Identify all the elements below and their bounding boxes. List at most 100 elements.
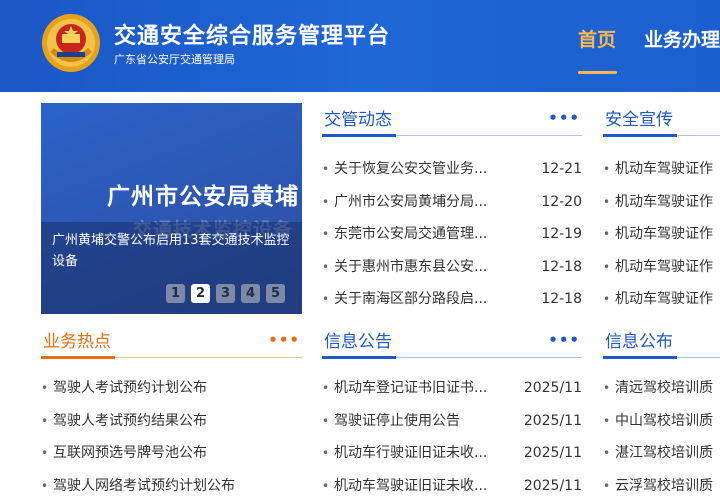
- panel-header: 安全宣传: [603, 103, 720, 136]
- bullet-icon: •: [322, 218, 329, 251]
- list-item-title[interactable]: 机动车驾驶证作: [615, 218, 713, 251]
- list-item-title[interactable]: 驾驶人考试预约计划公布: [53, 372, 207, 405]
- list-item-title[interactable]: 关于南海区部分路段启...: [334, 283, 487, 316]
- list-item[interactable]: •机动车行驶证旧证未收...2025/11: [322, 437, 582, 470]
- panel-title-underline: [322, 356, 396, 359]
- list-item[interactable]: •驾驶人考试预约计划公布: [41, 372, 302, 405]
- bullet-icon: •: [603, 218, 610, 251]
- notices-list: •机动车登记证书旧证书...2025/11 •驾驶证停止使用公告2025/11 …: [322, 372, 582, 502]
- list-item[interactable]: •中山驾校培训质: [603, 405, 720, 438]
- list-item-title[interactable]: 关于惠州市惠东县公安...: [334, 251, 487, 284]
- list-item-title[interactable]: 驾驶证停止使用公告: [334, 405, 460, 438]
- list-item[interactable]: •机动车驾驶证作: [603, 186, 720, 219]
- news-carousel[interactable]: 广州市公安局黄埔 交通技术监控设备 广州黄埔交警公布启用13套交通技术监控设备 …: [41, 103, 302, 314]
- bullet-icon: •: [322, 251, 329, 284]
- list-item-title[interactable]: 驾驶人考试预约结果公布: [53, 405, 207, 438]
- list-item[interactable]: •机动车驾驶证作: [603, 218, 720, 251]
- safety-list: •机动车驾驶证作 •机动车驾驶证作 •机动车驾驶证作 •机动车驾驶证作 •机动车…: [603, 153, 720, 316]
- list-item[interactable]: •关于惠州市惠东县公安...12-18: [322, 251, 582, 284]
- panel-header: 信息公布: [603, 325, 720, 358]
- list-item-title[interactable]: 清远驾校培训质: [615, 372, 713, 405]
- list-item-title[interactable]: 机动车驾驶证作: [615, 186, 713, 219]
- bullet-icon: •: [603, 470, 610, 502]
- list-item-title[interactable]: 湛江驾校培训质: [615, 437, 713, 470]
- list-item-title[interactable]: 广州市公安局黄埔分局...: [334, 186, 487, 219]
- list-item[interactable]: •机动车驾驶证作: [603, 251, 720, 284]
- list-item[interactable]: •驾驶证停止使用公告 2025/11: [322, 405, 582, 438]
- list-item-date: 12-19: [541, 218, 582, 251]
- carousel-page-3[interactable]: 3: [216, 284, 235, 303]
- police-emblem-icon: [40, 12, 102, 74]
- panel-safety: 安全宣传 •机动车驾驶证作 •机动车驾驶证作 •机动车驾驶证作 •机动车驾驶证作…: [603, 103, 720, 316]
- carousel-page-4[interactable]: 4: [241, 284, 260, 303]
- bullet-icon: •: [41, 470, 48, 502]
- panel-title-underline: [322, 134, 396, 137]
- list-item[interactable]: •机动车驾驶证旧证未收... 2025/11: [322, 470, 582, 502]
- panel-hot-business: 业务热点 ••• •驾驶人考试预约计划公布 •驾驶人考试预约结果公布 •互联网预…: [41, 325, 302, 502]
- carousel-page-2[interactable]: 2: [191, 284, 210, 303]
- list-item[interactable]: •关于恢复公安交管业务... 12-21: [322, 153, 582, 186]
- list-item-title[interactable]: 机动车登记证书旧证书...: [334, 372, 487, 405]
- list-item-title[interactable]: 云浮驾校培训质: [615, 470, 713, 502]
- bullet-icon: •: [41, 405, 48, 438]
- list-item[interactable]: •机动车驾驶证作: [603, 153, 720, 186]
- bullet-icon: •: [603, 437, 610, 470]
- list-item[interactable]: •驾驶人网络考试预约计划公布: [41, 470, 302, 502]
- bullet-icon: •: [41, 437, 48, 470]
- bullet-icon: •: [322, 372, 329, 405]
- list-item[interactable]: •广州市公安局黄埔分局...12-20: [322, 186, 582, 219]
- panel-header: 业务热点 •••: [41, 325, 302, 358]
- bullet-icon: •: [603, 405, 610, 438]
- bullet-icon: •: [603, 283, 610, 316]
- carousel-page-5[interactable]: 5: [266, 284, 285, 303]
- bullet-icon: •: [322, 470, 329, 502]
- panel-title-underline: [603, 134, 677, 137]
- list-item[interactable]: •云浮驾校培训质: [603, 470, 720, 502]
- slide-caption[interactable]: 广州黄埔交警公布启用13套交通技术监控设备: [52, 230, 297, 272]
- nav-home-active-indicator: [578, 71, 617, 74]
- nav-home[interactable]: 首页: [578, 25, 616, 52]
- list-item-date: 12-20: [541, 186, 582, 219]
- list-item-title[interactable]: 机动车驾驶证作: [615, 283, 713, 316]
- list-item-title[interactable]: 驾驶人网络考试预约计划公布: [53, 470, 235, 502]
- bullet-icon: •: [322, 437, 329, 470]
- carousel-page-1[interactable]: 1: [166, 284, 185, 303]
- panel-header: 信息公告 •••: [322, 325, 582, 358]
- list-item-title[interactable]: 机动车驾驶证作: [615, 153, 713, 186]
- list-item[interactable]: •清远驾校培训质: [603, 372, 720, 405]
- list-item-date: 2025/11: [524, 470, 582, 502]
- bullet-icon: •: [322, 405, 329, 438]
- list-item-title[interactable]: 机动车驾驶证作: [615, 251, 713, 284]
- more-icon[interactable]: •••: [548, 109, 580, 127]
- bullet-icon: •: [41, 372, 48, 405]
- list-item-title[interactable]: 机动车驾驶证旧证未收...: [334, 470, 487, 502]
- list-item-title[interactable]: 机动车行驶证旧证未收...: [334, 437, 487, 470]
- list-item-date: 2025/11: [524, 372, 582, 405]
- list-item[interactable]: •东莞市公安局交通管理... 12-19: [322, 218, 582, 251]
- list-item[interactable]: •驾驶人考试预约结果公布: [41, 405, 302, 438]
- panel-title-underline: [41, 356, 115, 359]
- panel-info-publish: 信息公布 •清远驾校培训质 •中山驾校培训质 •湛江驾校培训质 •云浮驾校培训质: [603, 325, 720, 502]
- list-item[interactable]: •互联网预选号牌号池公布: [41, 437, 302, 470]
- hot-business-list: •驾驶人考试预约计划公布 •驾驶人考试预约结果公布 •互联网预选号牌号池公布 •…: [41, 372, 302, 502]
- more-icon[interactable]: •••: [548, 331, 580, 349]
- list-item-title[interactable]: 关于恢复公安交管业务...: [334, 153, 487, 186]
- list-item-date: 12-21: [541, 153, 582, 186]
- list-item-title[interactable]: 东莞市公安局交通管理...: [334, 218, 487, 251]
- list-item[interactable]: •关于南海区部分路段启...12-18: [322, 283, 582, 316]
- site-title: 交通安全综合服务管理平台: [114, 18, 390, 50]
- bullet-icon: •: [322, 153, 329, 186]
- more-icon[interactable]: •••: [268, 331, 300, 349]
- bullet-icon: •: [322, 283, 329, 316]
- panel-notices: 信息公告 ••• •机动车登记证书旧证书...2025/11 •驾驶证停止使用公…: [322, 325, 582, 502]
- news-list: •关于恢复公安交管业务...12-21 •广州市公安局黄埔分局...12-20 …: [322, 153, 582, 316]
- list-item-title[interactable]: 中山驾校培训质: [615, 405, 713, 438]
- list-item-date: 2025/11: [524, 405, 582, 438]
- bullet-icon: •: [603, 251, 610, 284]
- list-item[interactable]: •机动车登记证书旧证书... 2025/11: [322, 372, 582, 405]
- carousel-pagination: 1 2 3 4 5: [166, 284, 285, 303]
- list-item[interactable]: •湛江驾校培训质: [603, 437, 720, 470]
- list-item[interactable]: •机动车驾驶证作: [603, 283, 720, 316]
- nav-business[interactable]: 业务办理: [644, 25, 720, 52]
- list-item-title[interactable]: 互联网预选号牌号池公布: [53, 437, 207, 470]
